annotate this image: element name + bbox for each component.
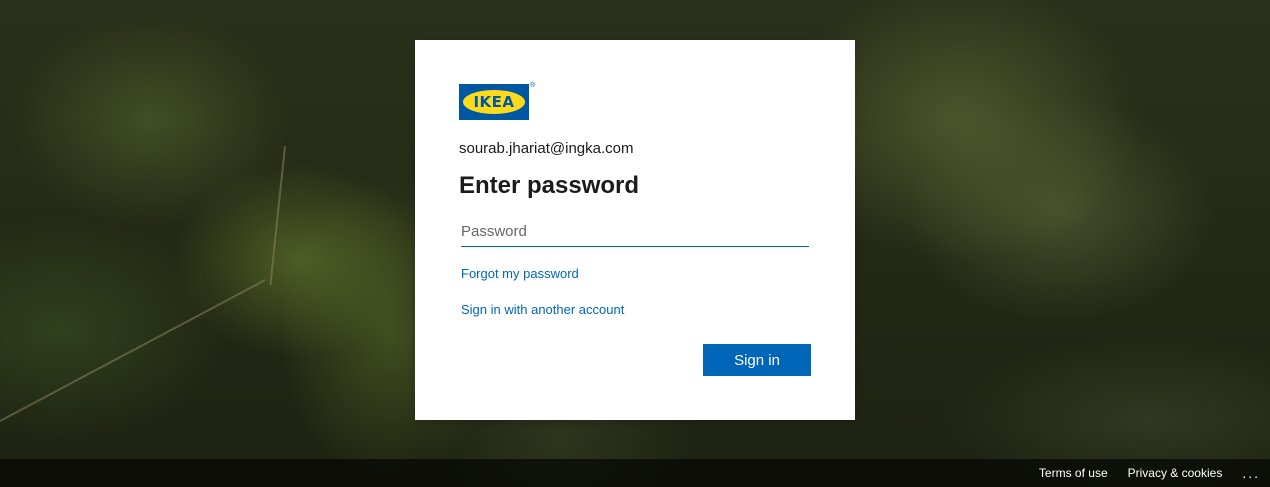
- more-options-icon[interactable]: ...: [1242, 465, 1260, 481]
- sign-in-button[interactable]: Sign in: [703, 344, 811, 376]
- password-input[interactable]: [461, 216, 809, 247]
- footer-bar: Terms of use Privacy & cookies ...: [0, 459, 1270, 487]
- user-identity: sourab.jhariat@ingka.com: [459, 140, 634, 157]
- terms-link[interactable]: Terms of use: [1039, 466, 1108, 480]
- privacy-link[interactable]: Privacy & cookies: [1128, 466, 1223, 480]
- ikea-logo-text: IKEA: [473, 93, 515, 111]
- ikea-logo: IKEA: [459, 84, 529, 120]
- forgot-password-link[interactable]: Forgot my password: [461, 266, 579, 281]
- background-image: IKEA ® sourab.jhariat@ingka.com Enter pa…: [0, 0, 1270, 487]
- ikea-logo-oval: IKEA: [463, 90, 525, 114]
- signin-card: IKEA ® sourab.jhariat@ingka.com Enter pa…: [415, 40, 855, 420]
- background-branch: [0, 279, 266, 422]
- other-account-link[interactable]: Sign in with another account: [461, 302, 624, 317]
- page-title: Enter password: [459, 172, 640, 199]
- background-branch: [269, 145, 286, 286]
- registered-mark: ®: [530, 82, 536, 89]
